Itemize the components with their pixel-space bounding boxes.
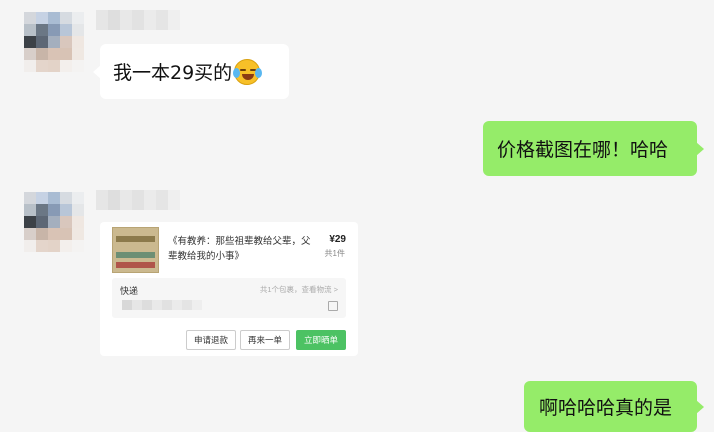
book-cover-image [112,227,159,273]
avatar[interactable] [24,192,84,252]
shipping-label: 快递 [120,286,139,296]
product-price: ¥29 [329,234,346,245]
product-title[interactable]: 《有教养：那些祖辈教给父辈，父辈教给我的小事》 [168,234,318,264]
sender-name [96,190,180,210]
review-button[interactable]: 立即晒单 [296,330,346,350]
message-bubble[interactable]: 我一本29买的 [93,44,289,99]
shipping-section[interactable]: 快递 共1个包裹，查看物流 > [112,278,346,318]
sender-name [96,10,180,30]
order-card[interactable]: 《有教养：那些祖辈教给父辈，父辈教给我的小事》 ¥29 共1件 快递 共1个包裹… [100,222,358,356]
rebuy-button[interactable]: 再来一单 [240,330,290,350]
laughing-crying-emoji-icon [233,58,263,85]
edit-icon[interactable] [328,301,338,311]
product-quantity: 共1件 [324,249,345,258]
message-text: 啊哈哈哈真的是 [539,397,673,419]
message-bubble[interactable]: 啊哈哈哈真的是 [524,381,704,432]
avatar[interactable] [24,12,84,72]
message-text: 我一本29买的 [113,62,233,84]
tracking-number [122,300,202,310]
message-bubble[interactable]: 价格截图在哪！哈哈 [483,121,704,176]
message-text: 价格截图在哪！哈哈 [497,139,669,161]
view-logistics-link[interactable]: 共1个包裹，查看物流 > [260,284,338,295]
refund-button[interactable]: 申请退款 [186,330,236,350]
